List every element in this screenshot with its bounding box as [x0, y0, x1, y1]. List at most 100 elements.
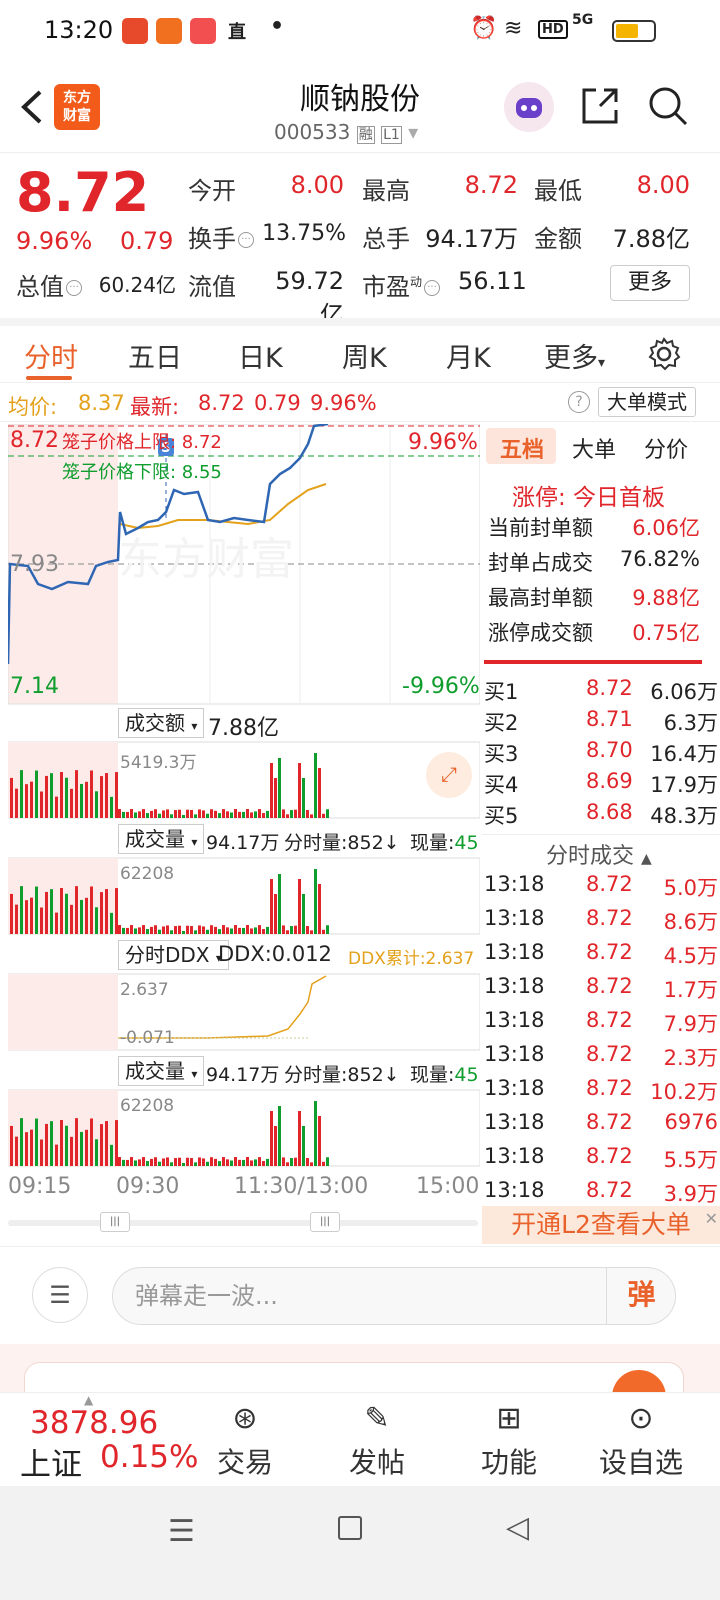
- slider-handle-left[interactable]: |||: [100, 1212, 130, 1232]
- tab-five-day[interactable]: 五日: [128, 336, 182, 375]
- stock-code-row[interactable]: 000533 融 L1 ▾: [274, 120, 418, 144]
- volume-bar: [25, 1132, 28, 1166]
- tab-five-levels[interactable]: 五档: [500, 432, 544, 464]
- big-order-mode-button[interactable]: 大单模式: [598, 387, 696, 417]
- volume-bar: [190, 926, 193, 934]
- promo-strip: [0, 1344, 720, 1410]
- volume-bar: [206, 1161, 209, 1166]
- trade-row: 13:18 8.72 6976: [482, 1110, 720, 1142]
- volume-bar: [146, 813, 149, 818]
- search-icon[interactable]: [646, 84, 690, 128]
- home-icon[interactable]: [338, 1516, 362, 1540]
- share-icon[interactable]: [578, 84, 622, 128]
- close-icon[interactable]: ✕: [705, 1200, 718, 1238]
- limit-up-pct: 9.96%: [408, 430, 478, 455]
- volume-bar: [162, 926, 165, 934]
- volume-bar: [306, 810, 309, 818]
- tab-daily-k[interactable]: 日K: [238, 336, 283, 375]
- panel4-value: 94.17万: [206, 1064, 280, 1086]
- more-button[interactable]: 更多: [610, 265, 690, 301]
- chart-tabs: 分时 五日 日K 周K 月K 更多▾: [0, 318, 720, 382]
- app-notify-icon: [156, 18, 182, 44]
- more-dots-icon: ⊙: [628, 1401, 654, 1436]
- volume-bar: [302, 778, 305, 818]
- ai-robot-icon[interactable]: [504, 82, 554, 132]
- volume-bar: [306, 1158, 309, 1166]
- volume-bar: [75, 886, 78, 934]
- time-label: 11:30/13:00: [234, 1174, 369, 1199]
- l2-banner[interactable]: 开通L2查看大单 ✕: [482, 1206, 720, 1244]
- volume-bar: [118, 809, 121, 818]
- volume-bar: [286, 930, 289, 934]
- hd-badge: HD: [538, 20, 568, 39]
- tab-more[interactable]: 更多▾: [544, 336, 605, 375]
- tab-monthly-k[interactable]: 月K: [446, 336, 491, 375]
- active-tab-indicator: [26, 376, 72, 380]
- slider-handle-right[interactable]: |||: [310, 1212, 340, 1232]
- bid-row[interactable]: 买3 8.70 16.4万: [482, 738, 720, 768]
- tab-weekly-k[interactable]: 周K: [342, 336, 387, 375]
- tab-big-orders[interactable]: 大单: [572, 432, 616, 464]
- volume-bar: [15, 788, 18, 818]
- panel3-selector[interactable]: 分时DDX ▾: [118, 940, 229, 970]
- panel1-selector[interactable]: 成交额 ▾: [118, 708, 205, 738]
- bid-row[interactable]: 买4 8.69 17.9万: [482, 769, 720, 799]
- volume-bar: [158, 1161, 161, 1166]
- tab-intraday[interactable]: 分时: [24, 336, 78, 375]
- bid-row[interactable]: 买1 8.72 6.06万: [482, 676, 720, 706]
- gear-icon[interactable]: [646, 336, 682, 372]
- volume-bar: [278, 1106, 281, 1166]
- trade-row: 13:18 8.72 8.6万: [482, 906, 720, 938]
- panel2-min: 分时量:852↓: [284, 832, 400, 854]
- help-icon[interactable]: ?: [568, 391, 590, 413]
- expand-icon[interactable]: ⤢: [426, 752, 472, 798]
- panel3-max: 2.637: [120, 980, 169, 1000]
- nav-bar: 东方 财富 顺钠股份 000533 融 L1 ▾: [0, 62, 720, 152]
- volume-bar: [290, 810, 293, 818]
- bid-row[interactable]: 买2 8.71 6.3万: [482, 707, 720, 737]
- volume-bar: [110, 912, 113, 934]
- volume-bar: [246, 925, 249, 934]
- volume-bar: [234, 925, 237, 934]
- nav-post[interactable]: ✎ 发帖: [332, 1401, 422, 1481]
- trade-icon: ⊛: [232, 1401, 258, 1436]
- low-label: 最低: [534, 177, 582, 205]
- tab-price-dist[interactable]: 分价: [644, 432, 688, 464]
- danmaku-send-button[interactable]: 弹: [606, 1267, 676, 1325]
- volume-bar: [170, 930, 173, 934]
- volume-bar: [242, 927, 245, 934]
- volume-bar: [194, 814, 197, 818]
- volume-bar: [170, 814, 173, 818]
- volume-bar: [10, 777, 13, 818]
- battery-icon: [612, 20, 656, 42]
- danmaku-settings-icon[interactable]: ☰: [32, 1267, 88, 1323]
- bid-row[interactable]: 买5 8.68 48.3万: [482, 800, 720, 830]
- nav-add-watchlist[interactable]: ⊙ 设自选: [596, 1401, 686, 1481]
- volume-bar: [15, 1136, 18, 1166]
- latest-change: 0.79: [254, 391, 301, 415]
- panel1-value: 7.88亿: [208, 716, 279, 741]
- index-value[interactable]: 3878.96: [30, 1405, 158, 1441]
- volume-bar: [115, 772, 118, 818]
- danmaku-input[interactable]: 弹幕走一波...: [112, 1267, 676, 1325]
- back-icon[interactable]: ◁: [506, 1510, 529, 1545]
- volume-bar: [134, 1160, 137, 1166]
- panel4-now: 现量:45: [410, 1064, 479, 1086]
- bid-label: 买5: [484, 804, 519, 828]
- trades-title[interactable]: 分时成交 ▲: [546, 838, 652, 870]
- seal-stat-row: 最高封单额 9.88亿: [482, 582, 720, 612]
- trade-price: 8.72: [586, 1110, 633, 1134]
- menu-icon[interactable]: ☰: [168, 1514, 195, 1549]
- intraday-chart[interactable]: 东方财富 S 8.72 笼子价格上限: 8.72 笼子价格下限: 8.55 9.…: [8, 424, 480, 1204]
- volume-bar: [214, 1158, 217, 1166]
- panel2-selector[interactable]: 成交量 ▾: [118, 824, 205, 854]
- divider: [484, 660, 702, 664]
- volume-bar: [85, 781, 88, 818]
- nav-trade[interactable]: ⊛ 交易: [200, 1401, 290, 1481]
- status-time: 13:20: [44, 16, 114, 44]
- nav-functions[interactable]: ⊞ 功能: [464, 1401, 554, 1481]
- panel4-selector[interactable]: 成交量 ▾: [118, 1056, 205, 1086]
- volume-bar: [70, 904, 73, 934]
- volume-bar: [158, 929, 161, 934]
- time-range-slider[interactable]: ||| |||: [8, 1212, 478, 1232]
